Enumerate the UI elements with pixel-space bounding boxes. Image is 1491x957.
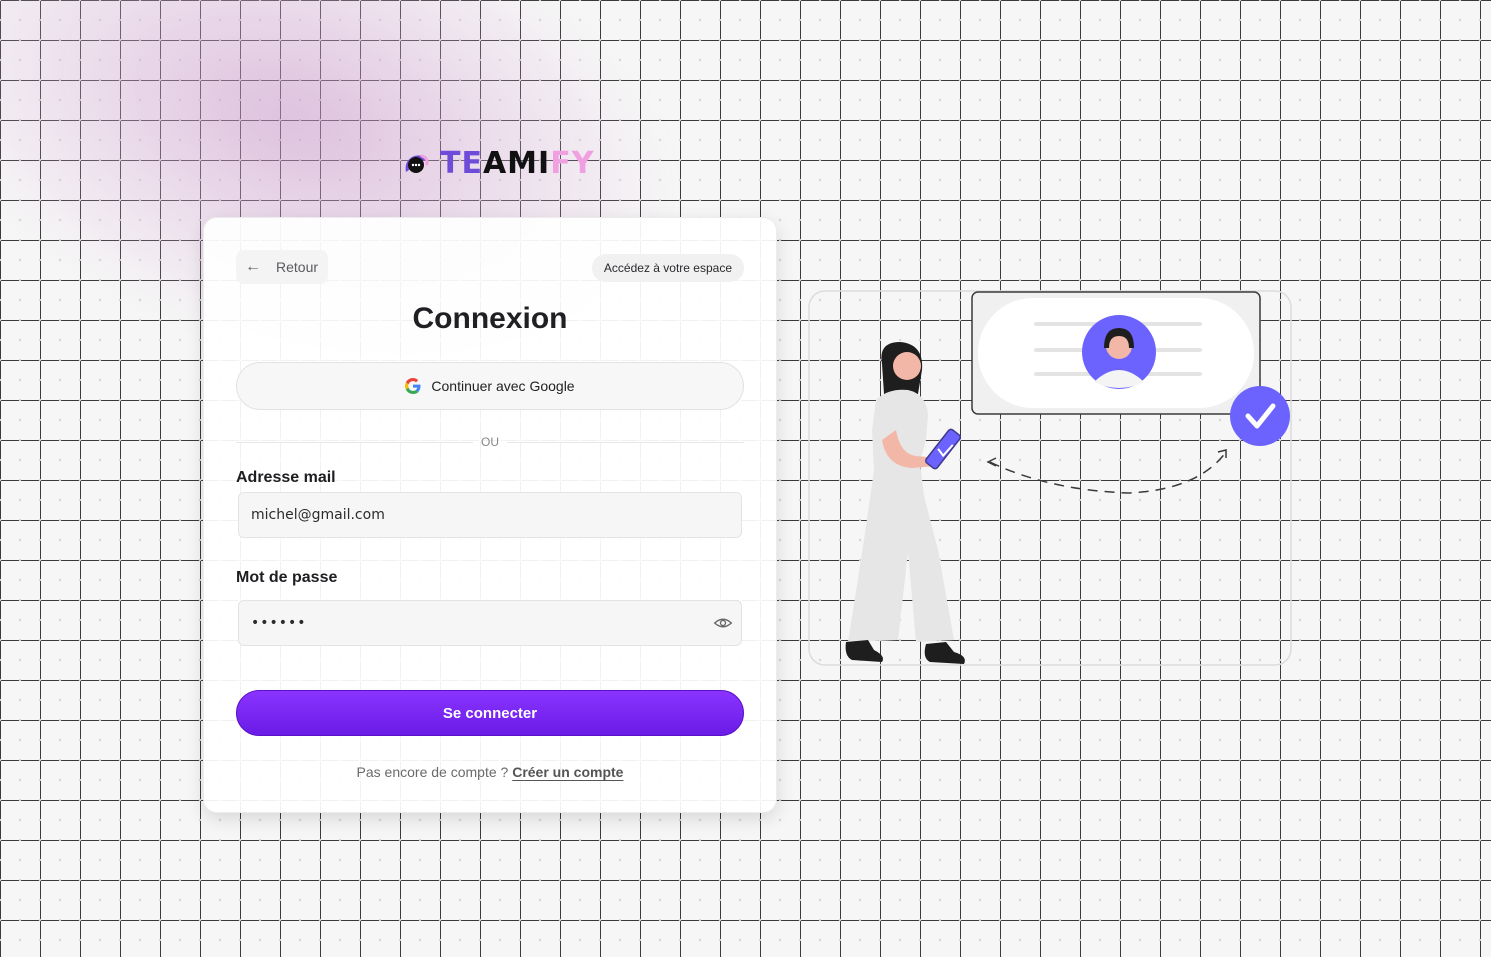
- login-button[interactable]: Se connecter: [236, 690, 744, 736]
- eye-icon[interactable]: [713, 613, 733, 633]
- google-signin-button[interactable]: Continuer avec Google: [236, 362, 744, 410]
- login-card: ← Retour Accédez à votre espace Connexio…: [203, 217, 777, 813]
- or-divider: OU: [236, 433, 744, 451]
- email-value: michel@gmail.com: [251, 507, 385, 523]
- email-field[interactable]: michel@gmail.com: [238, 492, 742, 538]
- logo-wordmark: TEAMIFY: [440, 146, 594, 182]
- google-signin-label: Continuer avec Google: [431, 378, 575, 394]
- page-title: Connexion: [412, 302, 568, 335]
- back-button[interactable]: ← Retour: [236, 250, 329, 284]
- password-value: ••••••: [251, 615, 307, 631]
- logo-word-part2: AMI: [482, 146, 551, 181]
- divider-line-right: [507, 441, 744, 443]
- password-field[interactable]: ••••••: [238, 600, 742, 646]
- logo-word-part1: TE: [440, 146, 483, 181]
- woman-illustration: [845, 342, 965, 664]
- signup-prompt: Pas encore de compte ? Créer un compte: [236, 764, 744, 780]
- divider-label: OU: [481, 435, 499, 449]
- email-label: Adresse mail: [236, 469, 336, 486]
- google-icon: [405, 378, 421, 394]
- space-badge: Accédez à votre espace: [591, 254, 744, 282]
- dashed-arrow: [989, 451, 1227, 494]
- arrow-left-icon: ←: [245, 258, 261, 275]
- create-account-link[interactable]: Créer un compte: [512, 764, 623, 780]
- password-label: Mot de passe: [236, 569, 338, 586]
- profile-card-illustration: [971, 291, 1261, 415]
- divider-line-left: [236, 441, 473, 443]
- logo-mark-icon: [405, 154, 429, 173]
- arrow-head-left: [986, 457, 997, 467]
- login-illustration: [808, 290, 1292, 666]
- teamify-logo: TEAMIFY: [402, 146, 594, 182]
- logo-word-part3: FY: [550, 146, 595, 181]
- back-button-label: Retour: [276, 259, 319, 275]
- signup-prompt-text: Pas encore de compte ?: [356, 764, 509, 780]
- check-badge-icon: [1230, 386, 1290, 446]
